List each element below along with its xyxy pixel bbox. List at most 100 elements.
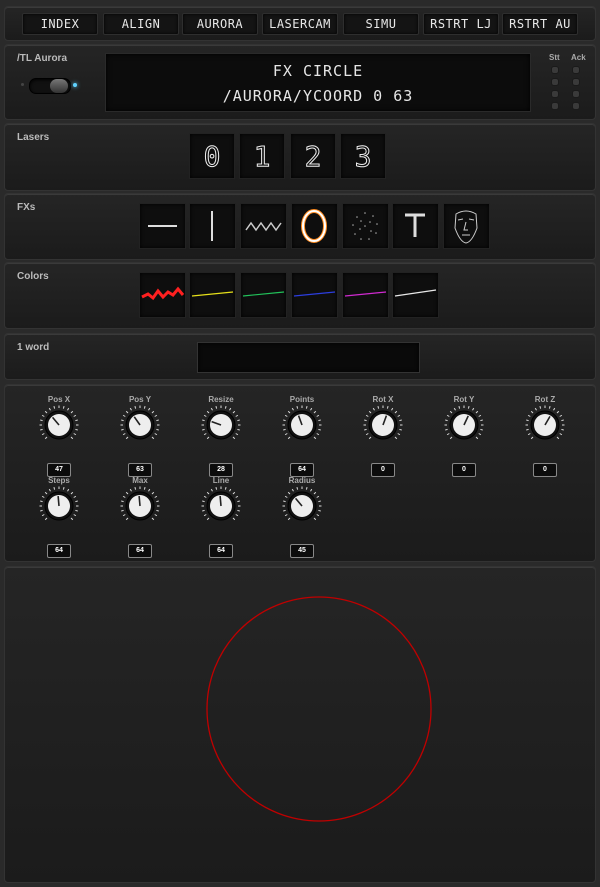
restart-lj-button[interactable]: RSTRT LJ: [423, 13, 499, 35]
steps-knob[interactable]: [39, 486, 79, 526]
color-blue-button[interactable]: [291, 272, 338, 318]
knob-tick: [129, 407, 132, 411]
fx-face-button[interactable]: [443, 203, 490, 249]
rot-y-knob-group: Rot Y 0: [434, 391, 494, 477]
rot-z-knob[interactable]: [525, 405, 565, 445]
pos-y-knob-group: Pos Y 63: [110, 391, 170, 477]
knob-tick: [561, 428, 564, 431]
knob-tick: [394, 436, 398, 440]
fx-circle-button[interactable]: [291, 203, 338, 249]
pos-y-knob[interactable]: [120, 405, 160, 445]
knob-tick: [480, 428, 483, 431]
knob-tick: [156, 428, 159, 431]
knob-tick: [526, 419, 529, 422]
knob-tick: [122, 414, 126, 417]
knob-tick: [232, 410, 236, 414]
circle-icon: [301, 209, 327, 243]
pos-x-knob-group: Pos X 47: [29, 391, 89, 477]
letter-t-icon: [405, 213, 425, 237]
aurora-button[interactable]: AURORA: [182, 13, 258, 35]
restart-au-button[interactable]: RSTRT AU: [502, 13, 578, 35]
color-yellow-button[interactable]: [189, 272, 236, 318]
pos-x-knob[interactable]: [39, 405, 79, 445]
rot-z-value[interactable]: 0: [533, 463, 557, 477]
fxs-panel: FXs: [4, 193, 596, 260]
knob-tick: [445, 428, 448, 431]
display-line-1: FX CIRCLE: [272, 62, 364, 80]
fx-horizontal-line-button[interactable]: [139, 203, 186, 249]
color-magenta-button[interactable]: [342, 272, 389, 318]
knob-tick: [154, 495, 158, 498]
lasercam-button[interactable]: LASERCAM: [262, 13, 338, 35]
radius-knob[interactable]: [282, 486, 322, 526]
knob-tick: [229, 488, 232, 492]
ack-led-1: [572, 66, 580, 74]
knob-tick: [41, 433, 45, 436]
face-icon: [454, 210, 478, 244]
preview-pad[interactable]: [4, 566, 596, 883]
resize-knob[interactable]: [201, 405, 241, 445]
max-knob-group: Max 64: [110, 472, 170, 558]
knob-tick: [386, 406, 389, 409]
points-knob[interactable]: [282, 405, 322, 445]
knob-tick: [310, 488, 313, 492]
knob-tick: [44, 491, 48, 495]
steps-value[interactable]: 64: [47, 544, 71, 558]
knob-tick: [316, 414, 320, 417]
knob-tick: [365, 433, 369, 436]
rot-y-value[interactable]: 0: [452, 463, 476, 477]
red-wave-icon: [141, 286, 185, 301]
knob-tick: [121, 428, 124, 431]
knob-tick: [556, 436, 560, 440]
knob-tick: [151, 436, 155, 440]
index-button[interactable]: INDEX: [22, 13, 98, 35]
steps-knob-group: Steps 64: [29, 472, 89, 558]
laser-3-button[interactable]: 3: [340, 133, 386, 179]
knob-tick: [284, 495, 288, 498]
knob-tick: [67, 488, 70, 492]
knob-tick: [559, 433, 563, 436]
laser-1-button[interactable]: 1: [239, 133, 285, 179]
knob-tick: [449, 410, 453, 414]
knob-tick: [156, 500, 159, 503]
max-knob[interactable]: [120, 486, 160, 526]
align-button[interactable]: ALIGN: [103, 13, 179, 35]
zigzag-icon: [245, 221, 282, 232]
radius-value[interactable]: 45: [290, 544, 314, 558]
aurora-label: /TL Aurora: [17, 53, 68, 64]
aurora-toggle[interactable]: [29, 78, 71, 94]
knob-tick: [399, 428, 402, 431]
knob-tick: [453, 407, 456, 411]
fx-dots-cloud-button[interactable]: [342, 203, 389, 249]
knob-tick: [44, 517, 48, 521]
knob-tick: [458, 406, 461, 409]
knob-tick: [122, 514, 126, 517]
knob-tick: [73, 414, 77, 417]
line-value[interactable]: 64: [209, 544, 233, 558]
color-red-button[interactable]: [139, 272, 186, 318]
line-knob[interactable]: [201, 486, 241, 526]
knob-tick: [287, 410, 291, 414]
knob-tick: [397, 414, 401, 417]
knob-tick: [143, 406, 146, 409]
rot-x-value[interactable]: 0: [371, 463, 395, 477]
laser-2-button[interactable]: 2: [290, 133, 336, 179]
knob-tick: [313, 491, 317, 495]
fx-vertical-line-button[interactable]: [189, 203, 236, 249]
word-panel: 1 word: [4, 333, 596, 380]
vertical-line-icon: [211, 211, 213, 241]
fx-zigzag-button[interactable]: [240, 203, 287, 249]
simu-button[interactable]: SIMU: [343, 13, 419, 35]
ack-led-4: [572, 102, 580, 110]
rot-x-knob[interactable]: [363, 405, 403, 445]
word-input[interactable]: [197, 342, 420, 373]
color-white-button[interactable]: [392, 272, 439, 318]
color-green-button[interactable]: [240, 272, 287, 318]
fx-text-button[interactable]: [392, 203, 439, 249]
rot-y-knob[interactable]: [444, 405, 484, 445]
laser-0-button[interactable]: 0: [189, 133, 235, 179]
knob-tick: [310, 407, 313, 411]
knob-tick: [368, 436, 372, 440]
max-value[interactable]: 64: [128, 544, 152, 558]
knob-indicator: [57, 495, 60, 507]
